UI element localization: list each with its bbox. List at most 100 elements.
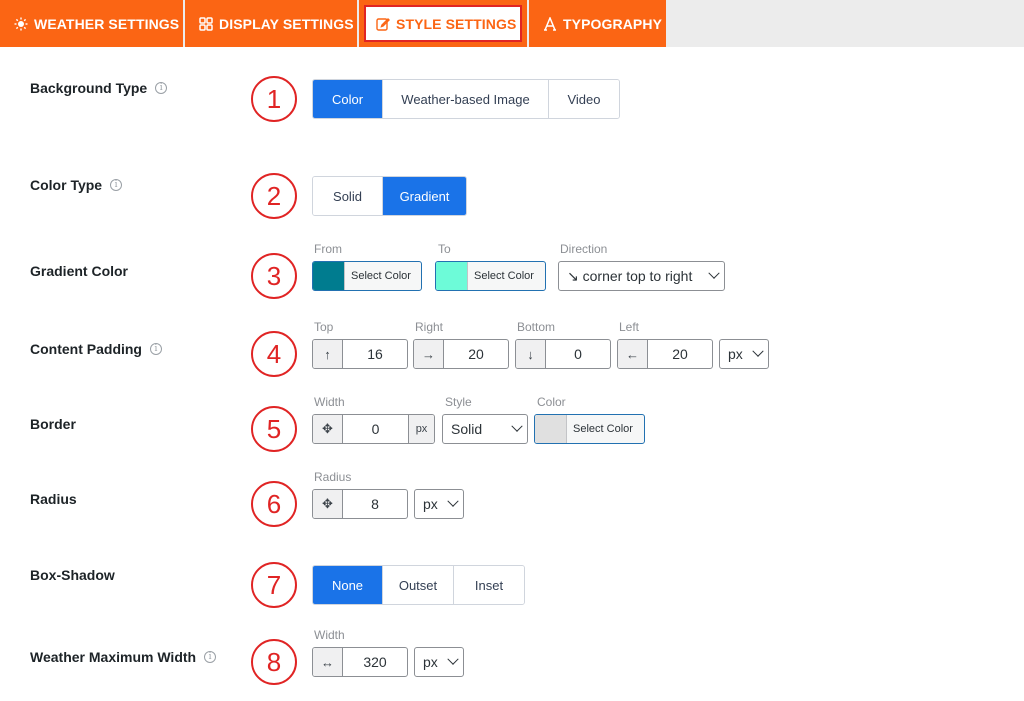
step-number-8: 8 <box>251 639 297 685</box>
border-color-label: Color <box>537 395 566 409</box>
button-text: Select Color <box>467 262 540 290</box>
option-gradient[interactable]: Gradient <box>383 177 466 215</box>
select-value: ↘ corner top to right <box>567 267 693 284</box>
border-color-swatch <box>535 415 566 443</box>
info-icon[interactable]: i <box>110 179 123 191</box>
arrow-left-icon: ← <box>618 340 648 368</box>
arrow-up-icon: ↑ <box>313 340 343 368</box>
select-value: px <box>728 346 743 362</box>
tab-label: TYPOGRAPHY <box>563 15 663 32</box>
tab-typography[interactable]: TYPOGRAPHY <box>529 0 666 47</box>
info-icon[interactable]: i <box>204 651 217 663</box>
info-icon[interactable]: i <box>150 343 162 355</box>
border-width-input[interactable]: ✥ 0 px <box>312 414 435 444</box>
select-value: px <box>423 496 438 512</box>
step-number-6: 6 <box>251 481 297 527</box>
chevron-down-icon <box>752 345 764 357</box>
arrow-right-icon: → <box>414 340 444 368</box>
weather-icon <box>14 17 28 30</box>
tab-label: STYLE SETTINGS <box>396 15 517 32</box>
tab-display-settings[interactable]: DISPLAY SETTINGS <box>185 0 357 47</box>
radius-label: Radius <box>30 491 77 507</box>
label-text: Content Padding <box>30 341 142 357</box>
grid-icon <box>199 16 213 31</box>
select-value: Solid <box>451 421 483 437</box>
step-number-4: 4 <box>251 331 297 377</box>
chevron-down-icon <box>447 495 459 507</box>
border-width-label: Width <box>314 395 345 409</box>
color-type-selector: Solid Gradient <box>312 176 467 216</box>
padding-left-input[interactable]: ← 20 <box>617 339 713 369</box>
padding-top-input[interactable]: ↑ 16 <box>312 339 408 369</box>
background-type-selector: Color Weather-based Image Video <box>312 79 620 119</box>
move-icon: ✥ <box>313 415 343 443</box>
max-width-sublabel: Width <box>314 628 345 642</box>
step-number-1: 1 <box>251 76 297 122</box>
padding-right-input[interactable]: → 20 <box>413 339 509 369</box>
right-label: Right <box>415 320 444 334</box>
tab-label: DISPLAY SETTINGS <box>219 15 354 32</box>
radius-sublabel: Radius <box>314 470 352 484</box>
content-padding-label: Content Padding i <box>30 341 162 357</box>
option-none[interactable]: None <box>313 566 383 604</box>
option-solid[interactable]: Solid <box>313 177 383 215</box>
max-width-input[interactable]: ↔ 320 <box>312 647 408 677</box>
label-text: Background Type <box>30 80 148 96</box>
color-type-label: Color Type i <box>30 177 123 193</box>
tab-style-settings[interactable]: STYLE SETTINGS <box>359 0 527 47</box>
from-color-button[interactable]: Select Color <box>312 261 422 291</box>
radius-unit-select[interactable]: px <box>414 489 464 519</box>
arrow-down-icon: ↓ <box>516 340 546 368</box>
edit-icon <box>376 17 390 31</box>
active-tab-highlight: STYLE SETTINGS <box>364 5 522 42</box>
input-value: 20 <box>672 346 688 362</box>
label-text: Weather Maximum Width <box>30 649 197 665</box>
padding-bottom-input[interactable]: ↓ 0 <box>515 339 611 369</box>
box-shadow-selector: None Outset Inset <box>312 565 525 605</box>
label-text: Radius <box>30 491 77 507</box>
label-text: Box-Shadow <box>30 567 115 583</box>
chevron-down-icon <box>447 653 459 665</box>
bottom-label: Bottom <box>517 320 556 334</box>
horizontal-arrows-icon: ↔ <box>313 648 343 676</box>
border-color-button[interactable]: Select Color <box>534 414 645 444</box>
top-label: Top <box>314 320 334 334</box>
max-width-label: Weather Maximum Width i <box>30 649 217 665</box>
from-color-swatch <box>313 262 344 290</box>
option-video[interactable]: Video <box>549 80 619 118</box>
border-style-select[interactable]: Solid <box>442 414 528 444</box>
chevron-down-icon <box>511 420 523 432</box>
chevron-down-icon <box>708 267 720 279</box>
background-type-label: Background Type i <box>30 80 168 96</box>
option-outset[interactable]: Outset <box>383 566 454 604</box>
step-number-5: 5 <box>251 406 297 452</box>
label-text: Border <box>30 416 76 432</box>
from-label: From <box>314 242 342 256</box>
option-weather-image[interactable]: Weather-based Image <box>383 80 549 118</box>
left-label: Left <box>619 320 640 334</box>
input-value: 320 <box>363 654 387 670</box>
label-text: Gradient Color <box>30 263 129 279</box>
tab-label: WEATHER SETTINGS <box>34 15 180 32</box>
input-value: 16 <box>367 346 383 362</box>
option-inset[interactable]: Inset <box>454 566 524 604</box>
input-value: 0 <box>371 421 380 437</box>
max-width-unit-select[interactable]: px <box>414 647 464 677</box>
button-text: Select Color <box>344 262 417 290</box>
direction-label: Direction <box>560 242 608 256</box>
step-number-7: 7 <box>251 562 297 608</box>
button-text: Select Color <box>566 415 639 443</box>
to-color-swatch <box>436 262 467 290</box>
tab-weather-settings[interactable]: WEATHER SETTINGS <box>0 0 183 47</box>
step-number-2: 2 <box>251 173 297 219</box>
label-text: Color Type <box>30 177 103 193</box>
to-color-button[interactable]: Select Color <box>435 261 546 291</box>
input-value: 20 <box>468 346 484 362</box>
border-style-label: Style <box>445 395 472 409</box>
box-shadow-label: Box-Shadow <box>30 567 115 583</box>
padding-unit-select[interactable]: px <box>719 339 769 369</box>
info-icon[interactable]: i <box>155 82 168 94</box>
radius-input[interactable]: ✥ 8 <box>312 489 408 519</box>
option-color[interactable]: Color <box>313 80 383 118</box>
direction-select[interactable]: ↘ corner top to right <box>558 261 725 291</box>
